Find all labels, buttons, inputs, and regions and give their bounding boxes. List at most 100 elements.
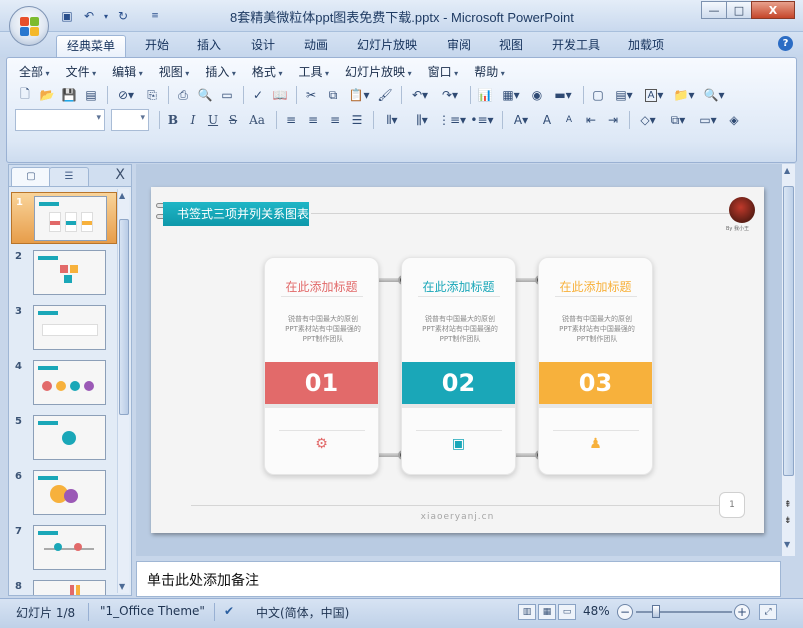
normal-view-icon[interactable]: ▥ — [518, 604, 536, 620]
quick-styles-icon[interactable]: ▭▾ — [694, 110, 722, 130]
permission-icon[interactable]: ⊘▾ — [112, 85, 140, 105]
insert-picture-icon[interactable]: ◉ — [527, 85, 547, 105]
tab-home[interactable]: 开始 — [134, 35, 180, 57]
office-button[interactable] — [9, 6, 49, 46]
slide-thumbnail[interactable]: 2 — [11, 247, 117, 299]
close-button[interactable]: X — [751, 1, 795, 19]
publish-icon[interactable]: ⎘ — [142, 85, 162, 105]
slide-thumbnail[interactable]: 3 — [11, 302, 117, 354]
justify-icon[interactable]: ☰ — [347, 110, 367, 130]
grow-font-icon[interactable]: A — [537, 110, 557, 130]
tab-slides[interactable]: ▢ — [11, 167, 51, 186]
cut-icon[interactable]: ✂ — [301, 85, 321, 105]
previous-slide-icon[interactable]: ⇞ — [784, 500, 792, 510]
print-icon[interactable]: ⎙ — [173, 85, 193, 105]
page-setup-icon[interactable]: ▭ — [217, 85, 237, 105]
slide-thumbnail[interactable]: 6 — [11, 467, 117, 519]
close-icon[interactable]: X — [115, 167, 125, 183]
menu-tools[interactable]: 工具 — [292, 63, 339, 83]
align-right-icon[interactable]: ≡ — [325, 110, 345, 130]
scroll-down-icon[interactable]: ▼ — [784, 540, 790, 549]
bullets-icon[interactable]: •≡▾ — [468, 110, 496, 130]
text-direction-icon[interactable]: ⫴▾ — [378, 110, 406, 130]
save-icon[interactable]: 💾 — [59, 85, 79, 105]
help-icon[interactable]: ? — [778, 36, 793, 51]
editor-scrollbar[interactable]: ▲ ⇞ ⇟ ▼ — [781, 164, 795, 556]
spelling-check-icon[interactable]: ✔ — [224, 604, 234, 618]
menu-insert[interactable]: 插入 — [199, 63, 246, 83]
zoom-slider[interactable] — [636, 611, 732, 613]
scroll-down-icon[interactable]: ▼ — [119, 582, 125, 591]
bold-button[interactable]: B — [164, 111, 182, 129]
slide-thumbnail[interactable]: 1 — [11, 192, 117, 244]
scroll-up-icon[interactable]: ▲ — [784, 166, 790, 175]
shape-fill-icon[interactable]: ◈ — [724, 110, 744, 130]
open-icon[interactable]: 📂 — [37, 85, 57, 105]
menu-format[interactable]: 格式 — [246, 63, 293, 83]
tab-slideshow[interactable]: 幻灯片放映 — [350, 35, 424, 57]
decrease-indent-icon[interactable]: ⇤ — [581, 110, 601, 130]
increase-indent-icon[interactable]: ⇥ — [603, 110, 623, 130]
save-as-icon[interactable]: ▤ — [81, 85, 101, 105]
menu-edit[interactable]: 编辑 — [106, 63, 153, 83]
insert-chart-icon[interactable]: 📊 — [475, 85, 495, 105]
zoom-level[interactable]: 48% — [583, 604, 610, 618]
font-name-select[interactable] — [15, 109, 105, 131]
columns-icon[interactable]: ⫼▾ — [408, 110, 436, 130]
align-center-icon[interactable]: ≡ — [303, 110, 323, 130]
tab-animations[interactable]: 动画 — [293, 35, 339, 57]
text-box-icon[interactable]: A ▾ — [640, 85, 668, 105]
change-case-button[interactable]: Aa — [244, 111, 270, 129]
search-icon[interactable]: 🔍▾ — [700, 85, 728, 105]
minimize-button[interactable]: — — [701, 1, 727, 19]
tab-view[interactable]: 视图 — [488, 35, 534, 57]
tab-review[interactable]: 审阅 — [436, 35, 482, 57]
strikethrough-button[interactable]: S — [224, 111, 242, 129]
tab-outline[interactable]: ☰ — [49, 167, 89, 186]
fill-color-icon[interactable]: ▬▾ — [549, 85, 577, 105]
slide-thumbnail[interactable]: 8 — [11, 577, 117, 595]
paste-icon[interactable]: 📋▾ — [345, 85, 373, 105]
align-left-icon[interactable]: ≡ — [281, 110, 301, 130]
research-icon[interactable]: 📖 — [270, 85, 290, 105]
redo-icon[interactable]: ↻ — [114, 7, 132, 25]
next-slide-icon[interactable]: ⇟ — [784, 516, 792, 526]
numbering-icon[interactable]: ⋮≡▾ — [438, 110, 466, 130]
shapes-icon[interactable]: ◇▾ — [634, 110, 662, 130]
menu-file[interactable]: 文件 — [60, 63, 107, 83]
tab-insert[interactable]: 插入 — [186, 35, 232, 57]
font-color-icon[interactable]: A ▾ — [507, 110, 535, 130]
language-indicator[interactable]: 中文(简体，中国) — [256, 604, 349, 621]
menu-view[interactable]: 视图 — [153, 63, 200, 83]
menu-help[interactable]: 帮助 — [468, 63, 515, 83]
slide-title-banner[interactable]: 书签式三项并列关系图表 — [163, 202, 309, 226]
open-folder-icon[interactable]: 📁▾ — [670, 85, 698, 105]
tab-developer[interactable]: 开发工具 — [544, 35, 608, 57]
scroll-thumb[interactable] — [119, 219, 129, 415]
panel-scrollbar[interactable]: ▲ ▼ — [117, 189, 129, 593]
new-icon[interactable]: 🗋 — [15, 85, 35, 105]
fit-to-window-icon[interactable]: ⤢ — [759, 604, 777, 620]
shrink-font-icon[interactable]: A — [559, 110, 579, 130]
zoom-in-button[interactable]: + — [734, 604, 750, 620]
slide-thumbnail[interactable]: 7 — [11, 522, 117, 574]
scroll-thumb[interactable] — [783, 186, 794, 476]
spelling-icon[interactable]: ✓ — [248, 85, 268, 105]
dropdown-icon[interactable]: ▾ — [102, 7, 110, 25]
undo-icon[interactable]: ↶▾ — [406, 85, 434, 105]
print-preview-icon[interactable]: 🔍 — [195, 85, 215, 105]
zoom-out-button[interactable]: − — [617, 604, 633, 620]
slide-thumbnail[interactable]: 5 — [11, 412, 117, 464]
notes-pane[interactable]: 单击此处添加备注 — [136, 561, 781, 597]
font-size-select[interactable] — [111, 109, 149, 131]
slide-canvas[interactable]: 书签式三项并列关系图表 By 我小王 在此添加标题 锐普有中国最大的原创PPT素… — [151, 187, 764, 533]
theme-name[interactable]: "1_Office Theme" — [100, 604, 205, 618]
slide-thumbnail[interactable]: 4 — [11, 357, 117, 409]
new-slide-icon[interactable]: ▢ — [588, 85, 608, 105]
bookmark-card[interactable]: 在此添加标题 锐普有中国最大的原创PPT素材站有中国最强的PPT制作团队 01 … — [264, 257, 379, 475]
undo-icon[interactable]: ↶ — [80, 7, 98, 25]
zoom-slider-handle[interactable] — [652, 605, 660, 618]
slideshow-view-icon[interactable]: ▭ — [558, 604, 576, 620]
slide-sorter-icon[interactable]: ▦ — [538, 604, 556, 620]
layout-icon[interactable]: ▤▾ — [610, 85, 638, 105]
